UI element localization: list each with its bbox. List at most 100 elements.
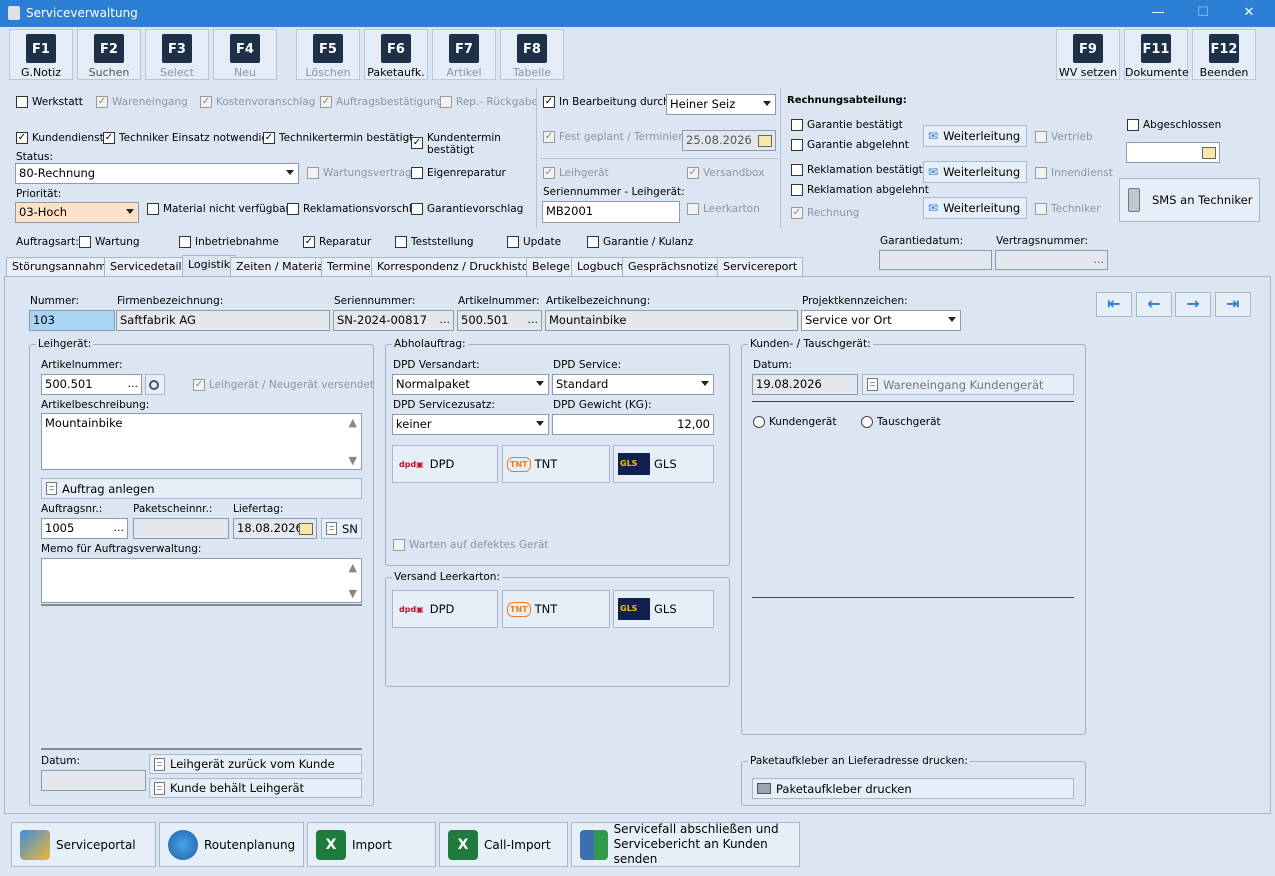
lookup-dots[interactable]: ... [1094,253,1105,266]
garantievorschlag-checkbox[interactable]: Garantievorschlag [411,203,523,215]
eigenreparatur-checkbox[interactable]: Eigenreparatur [411,167,506,179]
reklamationsvorschl-checkbox[interactable]: Reklamationsvorschl. [287,203,415,215]
lookup-dots[interactable]: ... [528,313,539,326]
leihgeraet-checkbox[interactable]: ✓ Leihgerät [543,167,609,179]
kunden-datum-input[interactable]: 19.08.2026 [752,374,858,395]
f6-paketaufk-button[interactable]: F6 Paketaufk. [364,29,428,80]
innendienst-checkbox[interactable]: Innendienst [1035,167,1113,179]
kundengeraet-radio[interactable]: Kundengerät [753,416,836,428]
f2-suchen-button[interactable]: F2 Suchen [77,29,141,80]
inbetriebnahme-checkbox[interactable]: Inbetriebnahme [179,236,279,248]
leih-artnr-input[interactable]: 500.501... [41,374,142,395]
lookup-dots[interactable]: ... [128,377,139,390]
sn-button[interactable]: SN [321,518,362,539]
techniker-einsatz-checkbox[interactable]: ✓ Techniker Einsatz notwendig [103,132,268,144]
f3-select-button[interactable]: F3 Select [145,29,209,80]
search-button[interactable] [145,374,165,395]
garantie-kulanz-checkbox[interactable]: Garantie / Kulanz [587,236,693,248]
paketaufkleber-drucken-button[interactable]: Paketaufkleber drucken [752,778,1074,799]
import-button[interactable]: X Import [307,822,436,867]
prev-record-button[interactable]: ← [1136,292,1172,317]
fest-geplant-checkbox[interactable]: ✓ Fest geplant / Terminiert [543,131,687,143]
warten-checkbox[interactable]: Warten auf defektes Gerät [393,539,548,551]
reklamation-bestaetigt-checkbox[interactable]: Reklamation bestätigt [791,164,923,176]
kundentermin-checkbox[interactable]: ✓ Kundentermin bestätigt [411,132,507,156]
liefertag-input[interactable]: 18.08.2026 [233,518,317,539]
f4-neu-button[interactable]: F4 Neu [213,29,277,80]
f11-dokumente-button[interactable]: F11 Dokumente [1124,29,1189,80]
versandart-dropdown[interactable]: Normalpaket [392,374,549,395]
leih-datum-input[interactable] [41,770,146,791]
technikertermin-checkbox[interactable]: ✓ Technikertermin bestätigt [263,132,413,144]
paketscheinnr-input[interactable] [133,518,229,539]
in-bearbeitung-checkbox[interactable]: ✓ In Bearbeitung durch: [543,96,673,108]
scroll-down-icon[interactable]: ▼ [349,587,357,600]
update-checkbox[interactable]: Update [507,236,561,248]
teststellung-checkbox[interactable]: Teststellung [395,236,474,248]
tab-servicedetails[interactable]: Servicedetails [104,257,194,276]
versandbox-checkbox[interactable]: ✓ Versandbox [687,167,764,179]
artikelbezeichnung-input[interactable]: Mountainbike [545,310,798,331]
scroll-down-icon[interactable]: ▼ [349,454,357,467]
f9-wv-setzen-button[interactable]: F9 WV setzen [1056,29,1120,80]
abhol-tnt-button[interactable]: TNT TNT [502,445,610,483]
nummer-input[interactable]: 103 [29,310,115,331]
prioritaet-dropdown[interactable]: 03-Hoch [15,202,139,223]
routenplanung-button[interactable]: Routenplanung [159,822,304,867]
leih-artbez-textarea[interactable]: Mountainbike ▲ ▼ [41,413,362,470]
leer-gls-button[interactable]: GLS GLS [613,590,714,628]
projektkennzeichen-dropdown[interactable]: Service vor Ort [801,310,961,331]
reparatur-checkbox[interactable]: ✓ Reparatur [303,236,371,248]
kunde-behaelt-button[interactable]: Kunde behält Leihgerät [149,778,362,798]
abhol-gls-button[interactable]: GLS GLS [613,445,714,483]
kundendienst-checkbox[interactable]: ✓ Kundendienst [16,132,104,144]
abgeschlossen-datum-input[interactable] [1126,142,1220,163]
weiterleitung-innendienst-button[interactable]: ✉ Weiterleitung [923,161,1027,183]
calendar-icon[interactable] [758,135,772,147]
firma-input[interactable]: Saftfabrik AG [116,310,330,331]
wartungsvertrag-checkbox[interactable]: Wartungsvertrag [307,167,412,179]
auftragsbestaetigung-checkbox[interactable]: ✓ Auftragsbestätigung [320,96,443,108]
garantie-abgelehnt-checkbox[interactable]: Garantie abgelehnt [791,139,909,151]
artikelnummer-input[interactable]: 500.501... [457,310,542,331]
lookup-dots[interactable]: ... [114,521,125,534]
abhol-dpd-button[interactable]: dpd▣ DPD [392,445,498,483]
first-record-button[interactable]: ⇤ [1096,292,1132,317]
serviceportal-button[interactable]: Serviceportal [11,822,156,867]
tab-belege[interactable]: Belege [526,257,576,276]
werkstatt-checkbox[interactable]: Werkstatt [16,96,83,108]
seriennummer-input[interactable]: SN-2024-00817... [333,310,454,331]
termin-datum-input[interactable]: 25.08.2026 [682,130,776,151]
reklamation-abgelehnt-checkbox[interactable]: Reklamation abgelehnt [791,184,929,196]
abgeschlossen-checkbox[interactable]: Abgeschlossen [1127,119,1221,131]
seriennummer-leih-input[interactable]: MB2001 [542,201,680,223]
vertragsnummer-input[interactable]: ... [995,250,1108,270]
sms-techniker-button[interactable]: SMS an Techniker [1119,178,1260,222]
minimize-button[interactable]: — [1148,3,1168,23]
garantie-bestaetigt-checkbox[interactable]: Garantie bestätigt [791,119,903,131]
kostenvoranschlag-checkbox[interactable]: ✓ Kostenvoranschlag [200,96,315,108]
tab-logbuch[interactable]: Logbuch [571,257,630,276]
f1-gnotiz-button[interactable]: F1 G.Notiz [9,29,73,80]
rep-rueckgabe-checkbox[interactable]: Rep.- Rückgabe [440,96,538,108]
tab-stoerungsannahme[interactable]: Störungsannahme [6,257,120,276]
tab-termine[interactable]: Termine [321,257,377,276]
leihgeraet-zurueck-button[interactable]: Leihgerät zurück vom Kunde [149,754,362,774]
servicefall-abschliessen-button[interactable]: Servicefall abschließen und Serviceberich… [571,822,800,867]
tab-korrespondenz[interactable]: Korrespondenz / Druckhistorie [371,257,549,276]
scroll-up-icon[interactable]: ▲ [349,416,357,429]
f12-beenden-button[interactable]: F12 Beenden [1192,29,1256,80]
weiterleitung-vertrieb-button[interactable]: ✉ Weiterleitung [923,125,1027,147]
techniker-checkbox[interactable]: Techniker [1035,203,1101,215]
dpd-service-dropdown[interactable]: Standard [552,374,714,395]
servicezusatz-dropdown[interactable]: keiner [392,414,549,435]
f8-tabelle-button[interactable]: F8 Tabelle [500,29,564,80]
garantiedatum-input[interactable] [879,250,992,270]
calendar-icon[interactable] [1202,147,1216,159]
status-dropdown[interactable]: 80-Rechnung [15,163,299,184]
wartung-checkbox[interactable]: Wartung [79,236,140,248]
weiterleitung-techniker-button[interactable]: ✉ Weiterleitung [923,197,1027,219]
bearbeiter-dropdown[interactable]: Heiner Seiz [666,94,776,115]
material-checkbox[interactable]: Material nicht verfügbar [147,203,290,215]
wareneingang-kundengeraet-button[interactable]: Wareneingang Kundengerät [862,374,1074,395]
